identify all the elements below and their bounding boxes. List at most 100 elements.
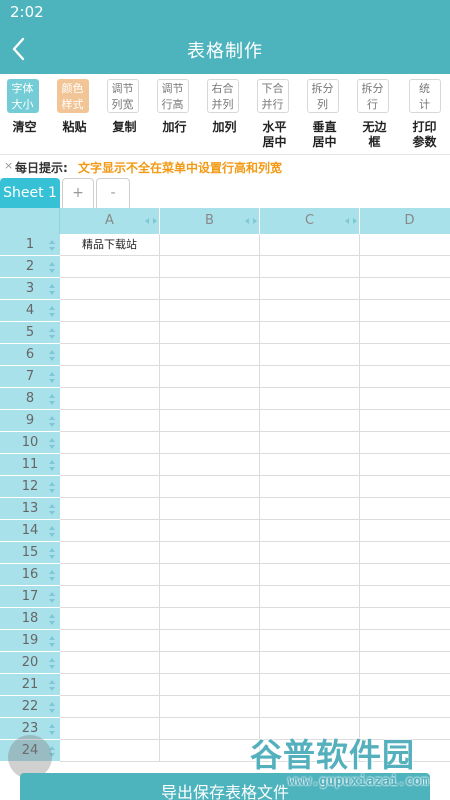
- cell-a9[interactable]: [60, 410, 160, 432]
- cell-c12[interactable]: [260, 476, 360, 498]
- row-header[interactable]: 19: [0, 630, 60, 652]
- row-resize-icon[interactable]: [48, 482, 56, 493]
- cell-a3[interactable]: [60, 278, 160, 300]
- cell-a23[interactable]: [60, 718, 160, 740]
- row-header[interactable]: 2: [0, 256, 60, 278]
- cell-b8[interactable]: [160, 388, 260, 410]
- row-header[interactable]: 3: [0, 278, 60, 300]
- cell-a4[interactable]: [60, 300, 160, 322]
- cell-a19[interactable]: [60, 630, 160, 652]
- row-resize-icon[interactable]: [48, 350, 56, 361]
- cell-b3[interactable]: [160, 278, 260, 300]
- cell-d5[interactable]: [360, 322, 450, 344]
- cell-d4[interactable]: [360, 300, 450, 322]
- row-resize-icon[interactable]: [48, 306, 56, 317]
- row-header[interactable]: 18: [0, 608, 60, 630]
- add-row-button[interactable]: 加行: [152, 114, 197, 135]
- cell-c5[interactable]: [260, 322, 360, 344]
- row-resize-icon[interactable]: [48, 614, 56, 625]
- cell-d21[interactable]: [360, 674, 450, 696]
- row-resize-icon[interactable]: [48, 592, 56, 603]
- cell-d1[interactable]: [360, 234, 450, 256]
- statistics-button[interactable]: 统计: [402, 74, 447, 113]
- row-header[interactable]: 22: [0, 696, 60, 718]
- cell-d19[interactable]: [360, 630, 450, 652]
- cell-d6[interactable]: [360, 344, 450, 366]
- row-header[interactable]: 11: [0, 454, 60, 476]
- cell-b20[interactable]: [160, 652, 260, 674]
- cell-b10[interactable]: [160, 432, 260, 454]
- cell-d22[interactable]: [360, 696, 450, 718]
- row-header[interactable]: 4: [0, 300, 60, 322]
- cell-d14[interactable]: [360, 520, 450, 542]
- row-header[interactable]: 7: [0, 366, 60, 388]
- cell-a17[interactable]: [60, 586, 160, 608]
- cell-a6[interactable]: [60, 344, 160, 366]
- cell-c19[interactable]: [260, 630, 360, 652]
- tab-sheet-1[interactable]: Sheet 1: [0, 178, 60, 208]
- cell-d16[interactable]: [360, 564, 450, 586]
- cell-a18[interactable]: [60, 608, 160, 630]
- cell-c1[interactable]: [260, 234, 360, 256]
- cell-d9[interactable]: [360, 410, 450, 432]
- cell-b13[interactable]: [160, 498, 260, 520]
- row-resize-icon[interactable]: [48, 262, 56, 273]
- paste-button[interactable]: 粘贴: [52, 114, 97, 135]
- row-header[interactable]: 6: [0, 344, 60, 366]
- cell-a5[interactable]: [60, 322, 160, 344]
- row-resize-icon[interactable]: [48, 636, 56, 647]
- row-resize-icon[interactable]: [48, 438, 56, 449]
- cell-a24[interactable]: [60, 740, 160, 762]
- center-horizontal-button[interactable]: 水平 居中: [252, 114, 297, 150]
- cell-c9[interactable]: [260, 410, 360, 432]
- row-header[interactable]: 15: [0, 542, 60, 564]
- cell-b6[interactable]: [160, 344, 260, 366]
- cell-a1[interactable]: 精品下载站: [60, 234, 160, 256]
- cell-d12[interactable]: [360, 476, 450, 498]
- row-resize-icon[interactable]: [48, 328, 56, 339]
- row-resize-icon[interactable]: [48, 702, 56, 713]
- cell-b4[interactable]: [160, 300, 260, 322]
- grid-corner[interactable]: [0, 208, 60, 234]
- cell-d10[interactable]: [360, 432, 450, 454]
- cell-b9[interactable]: [160, 410, 260, 432]
- cell-d2[interactable]: [360, 256, 450, 278]
- cell-a8[interactable]: [60, 388, 160, 410]
- cell-a21[interactable]: [60, 674, 160, 696]
- cell-b17[interactable]: [160, 586, 260, 608]
- column-resize-icon[interactable]: [345, 217, 357, 225]
- column-width-button[interactable]: 调节 列宽: [100, 74, 145, 113]
- cell-d15[interactable]: [360, 542, 450, 564]
- color-style-button[interactable]: 颜色 样式: [50, 74, 95, 113]
- cell-b14[interactable]: [160, 520, 260, 542]
- column-resize-icon[interactable]: [245, 217, 257, 225]
- cell-a10[interactable]: [60, 432, 160, 454]
- close-tip-icon[interactable]: ×: [4, 159, 13, 172]
- cell-a22[interactable]: [60, 696, 160, 718]
- column-header-a[interactable]: A: [60, 208, 160, 234]
- cell-a13[interactable]: [60, 498, 160, 520]
- cell-b21[interactable]: [160, 674, 260, 696]
- cell-c11[interactable]: [260, 454, 360, 476]
- cell-d3[interactable]: [360, 278, 450, 300]
- column-header-c[interactable]: C: [260, 208, 360, 234]
- row-resize-icon[interactable]: [48, 548, 56, 559]
- row-resize-icon[interactable]: [48, 240, 56, 251]
- row-resize-icon[interactable]: [48, 724, 56, 735]
- cell-d7[interactable]: [360, 366, 450, 388]
- cell-c14[interactable]: [260, 520, 360, 542]
- cell-d18[interactable]: [360, 608, 450, 630]
- font-size-button[interactable]: 字体 大小: [0, 74, 45, 113]
- cell-d13[interactable]: [360, 498, 450, 520]
- row-resize-icon[interactable]: [48, 284, 56, 295]
- merge-right-button[interactable]: 右合 并列: [200, 74, 245, 113]
- cell-d17[interactable]: [360, 586, 450, 608]
- cell-b19[interactable]: [160, 630, 260, 652]
- cell-b11[interactable]: [160, 454, 260, 476]
- cell-b7[interactable]: [160, 366, 260, 388]
- cell-c2[interactable]: [260, 256, 360, 278]
- cell-b12[interactable]: [160, 476, 260, 498]
- row-header[interactable]: 5: [0, 322, 60, 344]
- row-resize-icon[interactable]: [48, 658, 56, 669]
- clear-button[interactable]: 清空: [2, 114, 47, 135]
